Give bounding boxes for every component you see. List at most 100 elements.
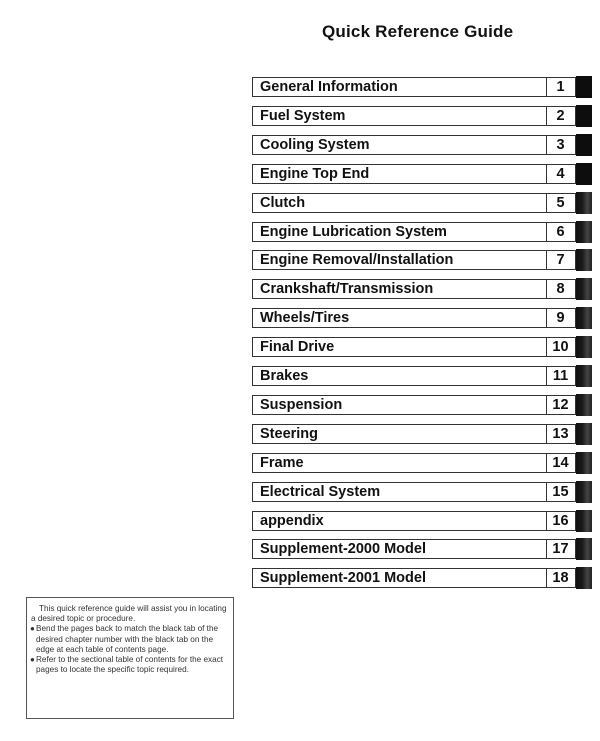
chapter-number-box[interactable]: 16 <box>546 511 576 531</box>
note-bullets: ● Bend the pages back to match the black … <box>27 624 233 675</box>
chapter-number-box[interactable]: 12 <box>546 395 576 415</box>
black-tab-marker <box>576 221 592 243</box>
chapter-label: Engine Top End <box>260 166 370 182</box>
chapter-row[interactable]: Cooling System 3 <box>252 134 594 156</box>
chapter-row[interactable]: Steering 13 <box>252 423 594 445</box>
chapter-label: Frame <box>260 455 304 471</box>
chapter-label-box[interactable]: Cooling System <box>252 135 547 155</box>
chapter-label: Brakes <box>260 368 309 384</box>
chapter-number: 3 <box>556 137 565 153</box>
chapter-number: 2 <box>556 108 565 124</box>
bullet-icon: ● <box>30 624 35 634</box>
chapter-number-box[interactable]: 11 <box>546 366 576 386</box>
chapter-label: Fuel System <box>260 108 346 124</box>
chapter-label-box[interactable]: Engine Removal/Installation <box>252 250 547 270</box>
chapter-label-box[interactable]: Frame <box>252 453 547 473</box>
chapter-row[interactable]: Electrical System 15 <box>252 481 594 503</box>
chapter-row[interactable]: General Information 1 <box>252 76 594 98</box>
chapter-row[interactable]: Supplement-2001 Model 18 <box>252 567 594 589</box>
chapter-row[interactable]: Engine Removal/Installation 7 <box>252 249 594 271</box>
chapter-row[interactable]: Supplement-2000 Model 17 <box>252 538 594 560</box>
chapter-number-box[interactable]: 3 <box>546 135 576 155</box>
note-intro: This quick reference guide will assist y… <box>31 604 227 624</box>
chapter-row[interactable]: Wheels/Tires 9 <box>252 307 594 329</box>
chapter-number: 10 <box>552 339 569 355</box>
note-bullet-text: Bend the pages back to match the black t… <box>36 624 219 654</box>
chapter-label-box[interactable]: Fuel System <box>252 106 547 126</box>
chapter-label: Engine Removal/Installation <box>260 252 454 268</box>
chapter-row[interactable]: Engine Lubrication System 6 <box>252 221 594 243</box>
black-tab-marker <box>576 163 592 185</box>
chapter-row[interactable]: Final Drive 10 <box>252 336 594 358</box>
chapter-label: Crankshaft/Transmission <box>260 281 434 297</box>
chapter-number-box[interactable]: 4 <box>546 164 576 184</box>
chapter-number: 1 <box>556 79 565 95</box>
chapter-label-box[interactable]: Wheels/Tires <box>252 308 547 328</box>
chapter-number: 9 <box>556 310 565 326</box>
black-tab-marker <box>576 394 592 416</box>
chapter-label-box[interactable]: Suspension <box>252 395 547 415</box>
chapter-label-box[interactable]: Engine Top End <box>252 164 547 184</box>
chapter-label: Supplement-2000 Model <box>260 541 426 557</box>
chapter-number: 6 <box>556 224 565 240</box>
chapter-number: 5 <box>556 195 565 211</box>
chapter-label-box[interactable]: Supplement-2001 Model <box>252 568 547 588</box>
black-tab-marker <box>576 567 592 589</box>
chapter-label-box[interactable]: Steering <box>252 424 547 444</box>
chapter-number-box[interactable]: 1 <box>546 77 576 97</box>
chapter-row[interactable]: Clutch 5 <box>252 192 594 214</box>
chapter-label-box[interactable]: Clutch <box>252 193 547 213</box>
chapter-row[interactable]: Fuel System 2 <box>252 105 594 127</box>
chapter-row[interactable]: Engine Top End 4 <box>252 163 594 185</box>
chapter-label-box[interactable]: Supplement-2000 Model <box>252 539 547 559</box>
chapter-label: appendix <box>260 513 324 529</box>
chapter-number-box[interactable]: 13 <box>546 424 576 444</box>
note-bullet-item: ● Bend the pages back to match the black … <box>30 624 229 655</box>
chapter-number-box[interactable]: 2 <box>546 106 576 126</box>
chapter-label: General Information <box>260 79 398 95</box>
chapter-label-box[interactable]: Crankshaft/Transmission <box>252 279 547 299</box>
black-tab-marker <box>576 481 592 503</box>
chapter-label-box[interactable]: appendix <box>252 511 547 531</box>
black-tab-marker <box>576 134 592 156</box>
chapter-label: Clutch <box>260 195 306 211</box>
chapter-number-box[interactable]: 7 <box>546 250 576 270</box>
chapter-number: 18 <box>552 570 569 586</box>
black-tab-marker <box>576 278 592 300</box>
chapter-label-box[interactable]: Electrical System <box>252 482 547 502</box>
instructions-note: This quick reference guide will assist y… <box>26 597 234 719</box>
note-bullet-text: Refer to the sectional table of contents… <box>36 655 224 675</box>
chapter-label-box[interactable]: General Information <box>252 77 547 97</box>
chapter-number-box[interactable]: 10 <box>546 337 576 357</box>
chapter-number-box[interactable]: 14 <box>546 453 576 473</box>
chapter-number-box[interactable]: 18 <box>546 568 576 588</box>
chapter-number: 15 <box>552 484 569 500</box>
black-tab-marker <box>576 538 592 560</box>
bullet-icon: ● <box>30 655 35 665</box>
chapter-number-box[interactable]: 5 <box>546 193 576 213</box>
chapter-number-box[interactable]: 15 <box>546 482 576 502</box>
chapter-row[interactable]: appendix 16 <box>252 510 594 532</box>
chapter-number-box[interactable]: 9 <box>546 308 576 328</box>
chapter-number: 11 <box>552 368 569 384</box>
chapter-label-box[interactable]: Final Drive <box>252 337 547 357</box>
chapter-row[interactable]: Frame 14 <box>252 452 594 474</box>
chapter-number: 7 <box>556 252 565 268</box>
chapter-row[interactable]: Suspension 12 <box>252 394 594 416</box>
chapter-row[interactable]: Brakes 11 <box>252 365 594 387</box>
chapter-number: 12 <box>552 397 569 413</box>
chapter-number: 13 <box>552 426 569 442</box>
chapter-label: Cooling System <box>260 137 370 153</box>
black-tab-marker <box>576 249 592 271</box>
chapter-label-box[interactable]: Brakes <box>252 366 547 386</box>
black-tab-marker <box>576 307 592 329</box>
chapter-number-box[interactable]: 8 <box>546 279 576 299</box>
chapter-label-box[interactable]: Engine Lubrication System <box>252 222 547 242</box>
chapter-label: Electrical System <box>260 484 381 500</box>
chapter-row[interactable]: Crankshaft/Transmission 8 <box>252 278 594 300</box>
chapter-label: Wheels/Tires <box>260 310 350 326</box>
chapter-number-box[interactable]: 17 <box>546 539 576 559</box>
chapter-number-box[interactable]: 6 <box>546 222 576 242</box>
chapter-label: Final Drive <box>260 339 335 355</box>
chapter-number: 4 <box>556 166 565 182</box>
